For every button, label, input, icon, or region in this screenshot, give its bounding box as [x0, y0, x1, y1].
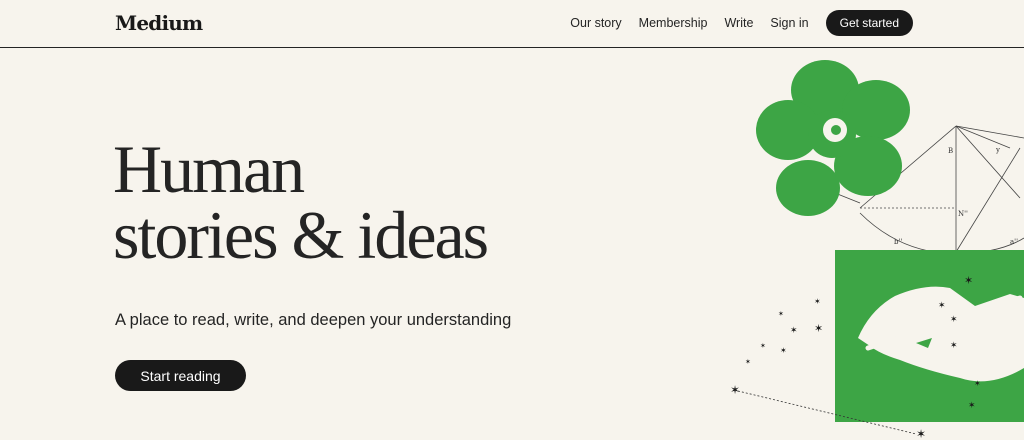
hero-title-line1: Human	[113, 131, 305, 207]
svg-text:✶: ✶	[814, 323, 823, 335]
svg-text:✶: ✶	[950, 314, 958, 324]
writing-hand-illustration	[835, 250, 1024, 422]
svg-text:✶: ✶	[730, 383, 740, 397]
hero-illustration: B N'' E b'' a'' y ✶ ✶ ✶ ✶ ✶ ✶ ✶ ✶ ✶ ✶ ✶ …	[730, 60, 1024, 440]
nav-sign-in[interactable]: Sign in	[770, 16, 808, 30]
nav-our-story[interactable]: Our story	[570, 16, 621, 30]
svg-text:✶: ✶	[745, 358, 751, 366]
diagram-label-b2: b''	[894, 238, 902, 246]
svg-text:✶: ✶	[938, 300, 946, 310]
get-started-button[interactable]: Get started	[825, 10, 913, 36]
nav-write[interactable]: Write	[724, 16, 753, 30]
svg-text:✶: ✶	[780, 346, 787, 355]
nav-membership[interactable]: Membership	[639, 16, 708, 30]
hero-subtitle: A place to read, write, and deepen your …	[115, 311, 512, 329]
diagram-label-y: y	[995, 146, 1000, 154]
top-navbar: Medium Our story Membership Write Sign i…	[0, 0, 1024, 48]
svg-text:✶: ✶	[968, 400, 976, 410]
svg-text:✶: ✶	[760, 342, 766, 350]
hero-title: Human stories & ideas	[113, 131, 489, 273]
svg-text:✶: ✶	[778, 310, 784, 318]
diagram-label-a2: a''	[1010, 238, 1018, 246]
svg-text:✶: ✶	[964, 275, 973, 287]
start-reading-button[interactable]: Start reading	[115, 360, 246, 391]
svg-text:✶: ✶	[916, 427, 926, 440]
hero-title-line2: stories & ideas	[113, 197, 489, 273]
svg-text:✶: ✶	[950, 340, 958, 350]
diagram-label-b: B	[948, 147, 953, 155]
medium-logo[interactable]: Medium	[115, 11, 203, 35]
svg-text:✶: ✶	[974, 379, 981, 388]
flower-illustration	[756, 60, 910, 216]
svg-text:✶: ✶	[814, 297, 821, 306]
main-nav: Our story Membership Write Sign in Get s…	[570, 10, 913, 36]
diagram-label-n: N''	[958, 210, 968, 218]
svg-text:✶: ✶	[790, 325, 798, 335]
